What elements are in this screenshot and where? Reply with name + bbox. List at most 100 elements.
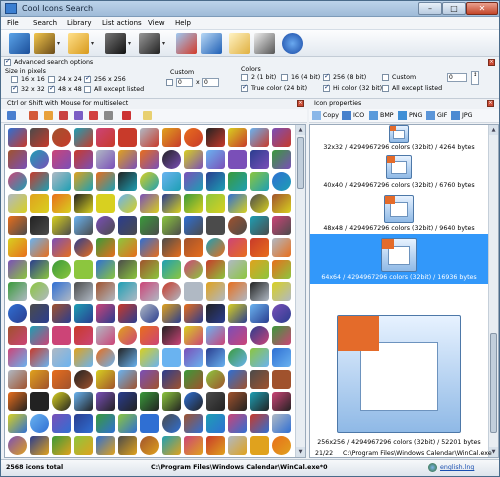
custom-height-input[interactable]: 0 bbox=[202, 78, 219, 87]
grid-scrollbar[interactable]: ▲ ▼ bbox=[295, 125, 305, 457]
icon-cell[interactable] bbox=[140, 216, 159, 235]
icon-cell[interactable] bbox=[74, 414, 93, 433]
icon-cell[interactable] bbox=[30, 172, 49, 191]
extract-icon[interactable] bbox=[176, 33, 197, 54]
icon-cell[interactable] bbox=[250, 238, 269, 257]
icon-cell[interactable] bbox=[8, 348, 27, 367]
icon-cell[interactable] bbox=[184, 348, 203, 367]
jpg-export-label[interactable]: JPG bbox=[462, 112, 473, 119]
icon-cell[interactable] bbox=[74, 348, 93, 367]
open-dropdown-icon[interactable]: ▾ bbox=[91, 40, 94, 47]
icon-cell[interactable] bbox=[74, 436, 93, 455]
icon-cell[interactable] bbox=[228, 194, 247, 213]
icon-cell[interactable] bbox=[228, 216, 247, 235]
icon-cell[interactable] bbox=[74, 260, 93, 279]
icon-cell[interactable] bbox=[96, 282, 115, 301]
icon-cell[interactable] bbox=[228, 414, 247, 433]
menu-list-actions[interactable]: List actions bbox=[102, 19, 142, 27]
menu-library[interactable]: Library bbox=[67, 19, 91, 27]
color-custom-input[interactable]: 0 bbox=[447, 73, 467, 82]
size-32-checkbox[interactable] bbox=[11, 84, 18, 93]
icon-cell[interactable] bbox=[162, 172, 181, 191]
icon-cell[interactable] bbox=[184, 282, 203, 301]
icon-cell[interactable] bbox=[52, 370, 71, 389]
bmp-export-icon[interactable] bbox=[369, 111, 378, 120]
icon-cell[interactable] bbox=[96, 348, 115, 367]
icon-cell[interactable] bbox=[272, 194, 291, 213]
icon-cell[interactable] bbox=[272, 436, 291, 455]
icon-cell[interactable] bbox=[52, 216, 71, 235]
icon-cell[interactable] bbox=[162, 150, 181, 169]
icon-cell[interactable] bbox=[162, 392, 181, 411]
icon-cell[interactable] bbox=[140, 194, 159, 213]
save-icon[interactable] bbox=[105, 33, 126, 54]
icon-cell[interactable] bbox=[206, 392, 225, 411]
icon-cell[interactable] bbox=[184, 150, 203, 169]
icon-cell[interactable] bbox=[96, 128, 115, 147]
icon-cell[interactable] bbox=[206, 436, 225, 455]
icon-cell[interactable] bbox=[74, 326, 93, 345]
grid-panel-close-icon[interactable]: × bbox=[297, 100, 304, 107]
icon-cell[interactable] bbox=[96, 370, 115, 389]
icon-cell[interactable] bbox=[52, 260, 71, 279]
icon-cell[interactable] bbox=[162, 414, 181, 433]
png-export-label[interactable]: PNG bbox=[409, 112, 422, 119]
icon-cell[interactable] bbox=[8, 172, 27, 191]
icon-cell[interactable] bbox=[162, 260, 181, 279]
icon-cell[interactable] bbox=[140, 172, 159, 191]
icon-cell[interactable] bbox=[250, 194, 269, 213]
icon-cell[interactable] bbox=[52, 392, 71, 411]
icon-cell[interactable] bbox=[272, 304, 291, 323]
search-icon[interactable] bbox=[9, 33, 30, 54]
icon-cell[interactable] bbox=[272, 370, 291, 389]
icon-cell[interactable] bbox=[272, 216, 291, 235]
icon-cell[interactable] bbox=[74, 172, 93, 191]
size-24-checkbox[interactable] bbox=[48, 76, 55, 83]
icon-cell[interactable] bbox=[272, 172, 291, 191]
icon-cell[interactable] bbox=[118, 172, 137, 191]
copy-export-icon[interactable] bbox=[312, 111, 321, 120]
icon-cell[interactable] bbox=[250, 216, 269, 235]
icon-cell[interactable] bbox=[52, 238, 71, 257]
icon-cell[interactable] bbox=[162, 436, 181, 455]
icon-cell[interactable] bbox=[118, 216, 137, 235]
title-bar[interactable]: Cool Icons Search – □ ✕ bbox=[1, 1, 499, 17]
color-32bit-checkbox[interactable] bbox=[323, 83, 330, 92]
icon-cell[interactable] bbox=[74, 194, 93, 213]
icon-cell[interactable] bbox=[52, 282, 71, 301]
icon-cell[interactable] bbox=[118, 282, 137, 301]
icon-cell[interactable] bbox=[272, 392, 291, 411]
icon-cell[interactable] bbox=[30, 194, 49, 213]
custom-size-checkbox[interactable] bbox=[166, 79, 173, 86]
icon-cell[interactable] bbox=[30, 348, 49, 367]
icon-cell[interactable] bbox=[206, 348, 225, 367]
icon-cell[interactable] bbox=[30, 304, 49, 323]
open-folder-icon[interactable] bbox=[68, 33, 89, 54]
ico-export-icon[interactable] bbox=[342, 111, 351, 120]
icon-cell[interactable] bbox=[118, 392, 137, 411]
icon-cell[interactable] bbox=[184, 436, 203, 455]
icon-cell[interactable] bbox=[140, 326, 159, 345]
icon-cell[interactable] bbox=[8, 260, 27, 279]
icon-cell[interactable] bbox=[206, 238, 225, 257]
icon-cell[interactable] bbox=[118, 150, 137, 169]
icon-cell[interactable] bbox=[228, 370, 247, 389]
icon-cell[interactable] bbox=[140, 414, 159, 433]
icon-cell[interactable] bbox=[184, 392, 203, 411]
copy-icon[interactable] bbox=[201, 33, 222, 54]
icon-cell[interactable] bbox=[228, 172, 247, 191]
icon-cell[interactable] bbox=[52, 326, 71, 345]
icon-cell[interactable] bbox=[272, 150, 291, 169]
icon-cell[interactable] bbox=[74, 282, 93, 301]
icon-cell[interactable] bbox=[140, 304, 159, 323]
icon-cell[interactable] bbox=[250, 150, 269, 169]
size-256-checkbox[interactable] bbox=[84, 74, 91, 83]
icon-cell[interactable] bbox=[206, 326, 225, 345]
icon-cell[interactable] bbox=[52, 150, 71, 169]
icon-cell[interactable] bbox=[184, 304, 203, 323]
icon-cell[interactable] bbox=[228, 282, 247, 301]
icon-cell[interactable] bbox=[228, 128, 247, 147]
collapse-options-icon[interactable]: × bbox=[488, 59, 495, 66]
icon-cell[interactable] bbox=[250, 392, 269, 411]
icon-cell[interactable] bbox=[30, 436, 49, 455]
